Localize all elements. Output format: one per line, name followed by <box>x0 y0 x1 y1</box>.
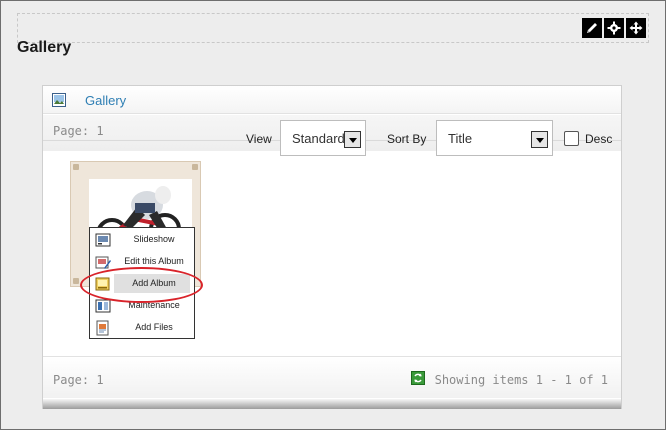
module-tools <box>582 18 646 38</box>
menu-item-label: Edit this Album <box>124 256 184 266</box>
showing-items-label: Showing items 1 - 1 of 1 <box>434 373 608 387</box>
view-select[interactable]: Standard <box>280 120 366 156</box>
move-arrows-icon[interactable] <box>626 18 646 38</box>
edit-album-icon <box>95 254 111 270</box>
view-select-value: Standard <box>292 131 345 146</box>
menu-item-label: Add Files <box>135 322 173 332</box>
view-label: View <box>246 132 272 146</box>
annotation-highlight-ring <box>80 267 203 303</box>
frame-corner <box>73 278 79 284</box>
module-bottom-bar <box>43 399 621 409</box>
sort-by-label: Sort By <box>387 132 427 146</box>
gear-icon[interactable] <box>604 18 624 38</box>
gallery-module: Gallery Page: 1 View Standard Sort By Ti… <box>42 85 622 409</box>
module-footer: Page: 1 Showing items 1 - 1 of 1 <box>43 356 621 398</box>
desc-label: Desc <box>585 132 613 146</box>
frame-corner <box>73 164 79 170</box>
module-title-link[interactable]: Gallery <box>85 93 126 108</box>
slideshow-icon <box>95 232 111 248</box>
module-title-box <box>17 13 649 43</box>
maintenance-icon <box>95 298 111 314</box>
toolbar-page-label: Page: 1 <box>53 124 104 138</box>
page-title: Gallery <box>17 39 72 56</box>
chevron-down-icon <box>344 131 361 148</box>
refresh-icon[interactable] <box>411 371 425 385</box>
menu-item-slideshow[interactable]: Slideshow <box>90 229 194 251</box>
chevron-down-icon <box>531 131 548 148</box>
add-files-icon <box>95 320 111 336</box>
menu-item-label: Slideshow <box>133 234 175 244</box>
sort-by-select-value: Title <box>448 131 473 146</box>
pencil-icon[interactable] <box>582 18 602 38</box>
frame-corner <box>192 164 198 170</box>
menu-item-add-files[interactable]: Add Files <box>90 317 194 339</box>
page-frame: Gallery Gallery Page: 1 View Standard So… <box>0 0 666 430</box>
sort-by-select[interactable]: Title <box>436 120 553 156</box>
desc-checkbox[interactable] <box>564 131 579 146</box>
footer-page-label: Page: 1 <box>53 373 104 387</box>
module-header: Gallery <box>43 86 621 114</box>
image-icon <box>52 93 66 107</box>
